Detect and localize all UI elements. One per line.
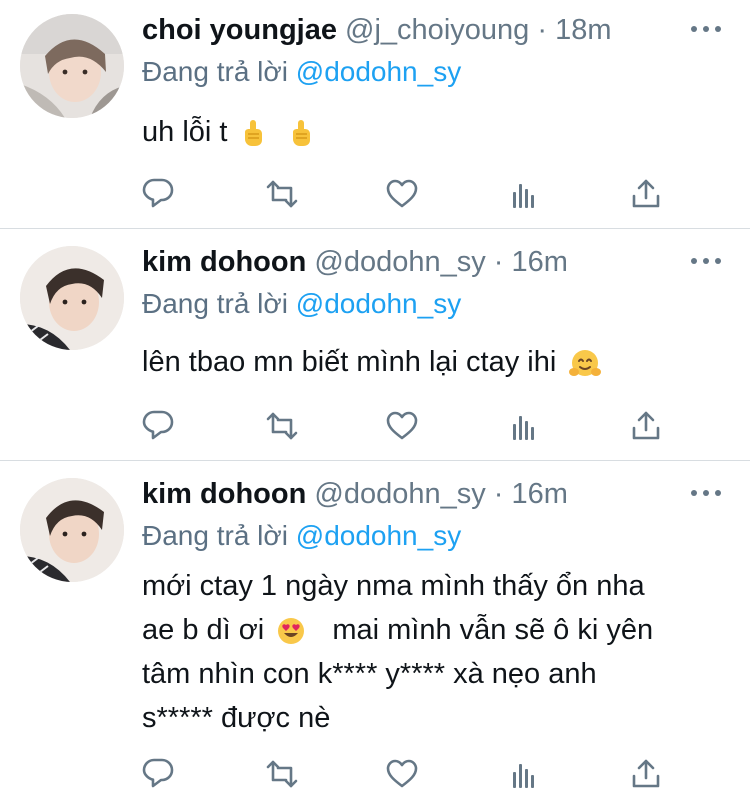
share-icon[interactable] [626, 754, 666, 794]
tweet-text-line: ae b dì ơi [142, 614, 265, 646]
reply-icon[interactable] [138, 406, 178, 446]
replying-to: Đang trả lời @dodohn_sy [142, 520, 461, 552]
separator: · [493, 478, 504, 510]
divider [0, 460, 750, 461]
tweet-actions [0, 406, 750, 446]
timestamp[interactable]: 16m [512, 246, 568, 278]
divider [0, 228, 750, 229]
reply-handle-link[interactable]: @dodohn_sy [296, 288, 461, 319]
retweet-icon[interactable] [262, 406, 302, 446]
tweet-text-line: mới ctay 1 ngày nma mình thấy ổn nha [142, 570, 645, 602]
like-icon[interactable] [382, 754, 422, 794]
tweet-text: uh lỗi t [142, 110, 320, 154]
replying-to: Đang trả lời @dodohn_sy [142, 56, 461, 88]
timestamp[interactable]: 16m [512, 478, 568, 510]
analytics-icon[interactable] [504, 406, 544, 446]
reply-icon[interactable] [138, 754, 178, 794]
reply-prefix: Đang trả lời [142, 288, 288, 319]
avatar[interactable] [20, 478, 124, 582]
user-handle[interactable]: @dodohn_sy [314, 246, 485, 278]
reply-handle-link[interactable]: @dodohn_sy [296, 56, 461, 87]
separator: · [537, 14, 548, 46]
tweet-text-line: tâm nhìn con k**** y**** xà nẹo anh [142, 658, 597, 690]
tweet-text-line-group: ae b dì ơi mai mình vẫn sẽ ô ki yên [142, 608, 653, 652]
reply-icon[interactable] [138, 174, 178, 214]
avatar[interactable] [20, 246, 124, 350]
retweet-icon[interactable] [262, 754, 302, 794]
display-name[interactable]: kim dohoon [142, 246, 306, 278]
more-options-icon[interactable] [690, 24, 722, 34]
tweet-header: choi youngjae @j_choiyoung · 18m [142, 14, 750, 50]
avatar[interactable] [20, 14, 124, 118]
more-options-icon[interactable] [690, 488, 722, 498]
tweet-header: kim dohoon @dodohn_sy · 16m [142, 246, 750, 282]
reply-prefix: Đang trả lời [142, 520, 288, 551]
tweet-header: kim dohoon @dodohn_sy · 16m [142, 478, 750, 514]
more-options-icon[interactable] [690, 256, 722, 266]
user-handle[interactable]: @dodohn_sy [314, 478, 485, 510]
tweet[interactable]: kim dohoon @dodohn_sy · 16m Đang trả lời… [0, 232, 750, 460]
tweet[interactable]: choi youngjae @j_choiyoung · 18m Đang tr… [0, 0, 750, 228]
analytics-icon[interactable] [504, 174, 544, 214]
tweet-text: lên tbao mn biết mình lại ctay ihi [142, 340, 606, 384]
separator: · [493, 246, 504, 278]
display-name[interactable]: kim dohoon [142, 478, 306, 510]
timestamp[interactable]: 18m [555, 14, 611, 46]
display-name[interactable]: choi youngjae [142, 14, 337, 46]
reply-prefix: Đang trả lời [142, 56, 288, 87]
tweet-text-line: uh lỗi t [142, 116, 228, 148]
heart-eyes-emoji [278, 618, 305, 645]
tweet-text: mới ctay 1 ngày nma mình thấy ổn nha ae … [142, 564, 653, 740]
hugging-face-emoji [568, 349, 603, 378]
middle-finger-emoji [291, 119, 311, 148]
middle-finger-emoji [243, 119, 263, 148]
like-icon[interactable] [382, 174, 422, 214]
user-handle[interactable]: @j_choiyoung [345, 14, 529, 46]
tweet-text-line: s***** được nè [142, 702, 331, 734]
analytics-icon[interactable] [504, 754, 544, 794]
tweet-text-line: lên tbao mn biết mình lại ctay ihi [142, 346, 557, 378]
tweet-actions [0, 754, 750, 794]
share-icon[interactable] [626, 174, 666, 214]
reply-handle-link[interactable]: @dodohn_sy [296, 520, 461, 551]
share-icon[interactable] [626, 406, 666, 446]
tweet-text-line: mai mình vẫn sẽ ô ki yên [332, 614, 654, 646]
tweet[interactable]: kim dohoon @dodohn_sy · 16m Đang trả lời… [0, 464, 750, 795]
retweet-icon[interactable] [262, 174, 302, 214]
replying-to: Đang trả lời @dodohn_sy [142, 288, 461, 320]
like-icon[interactable] [382, 406, 422, 446]
tweet-actions [0, 174, 750, 214]
